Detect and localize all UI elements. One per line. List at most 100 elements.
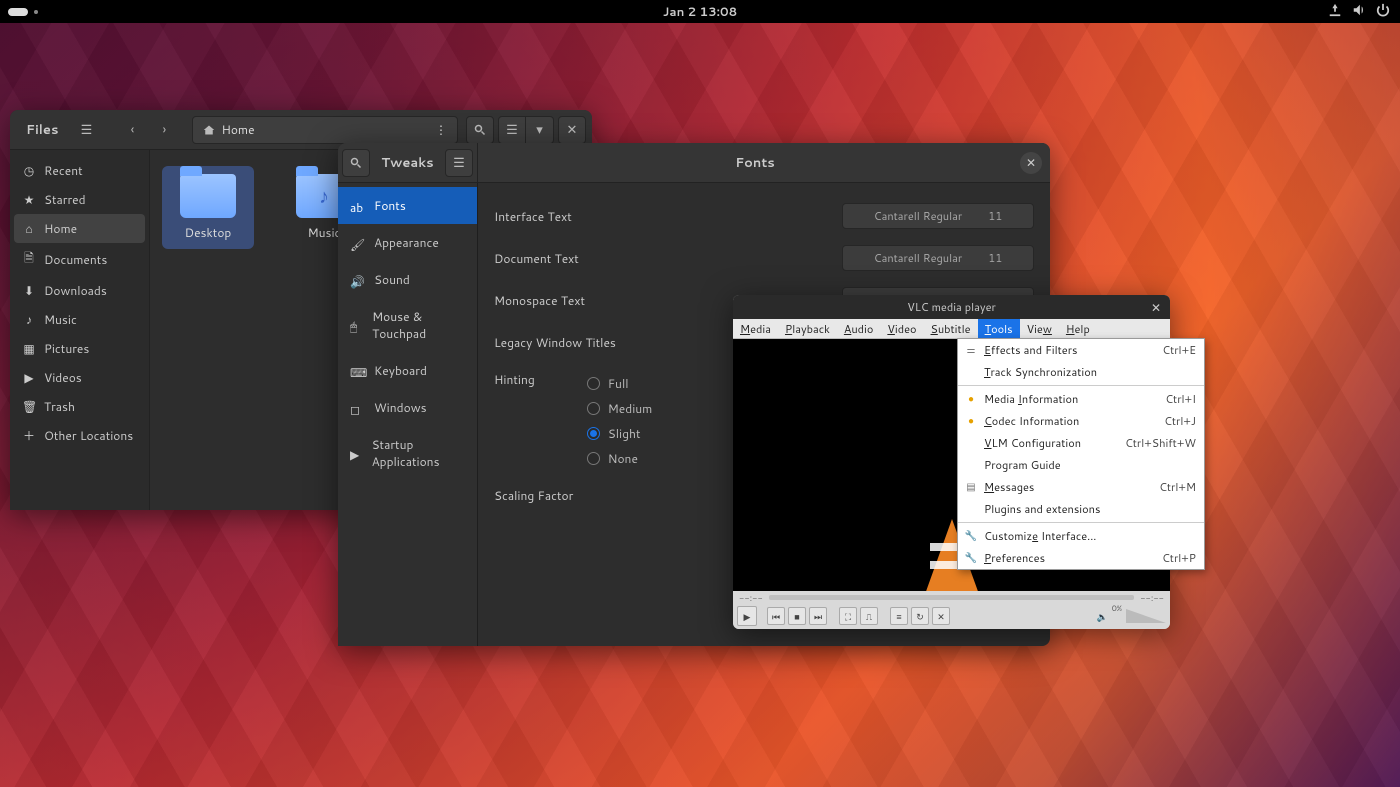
menu-item-program-guide[interactable]: Program Guide	[958, 454, 1204, 476]
menu-item-plugins-and-extensions[interactable]: Plugins and extensions	[958, 498, 1204, 520]
view-list-button[interactable]: ☰	[498, 116, 526, 144]
sidebar-item-pictures[interactable]: ▦Pictures	[14, 334, 145, 363]
tweaks-menu-button[interactable]: ☰	[445, 149, 473, 177]
sidebar-item-home[interactable]: ⌂Home	[14, 214, 145, 243]
font-picker-button[interactable]: Cantarell Regular 11	[842, 245, 1034, 271]
menu-item-vlm-configuration[interactable]: VLM ConfigurationCtrl+Shift+W	[958, 432, 1204, 454]
path-menu-icon[interactable]: ⋮	[435, 121, 447, 138]
sidebar-item-downloads[interactable]: ⬇Downloads	[14, 276, 145, 305]
sidebar-item-videos[interactable]: ▶Videos	[14, 363, 145, 392]
hamburger-button[interactable]: ☰	[72, 116, 100, 144]
menu-playback[interactable]: Playback	[778, 319, 837, 338]
activities-area[interactable]	[0, 8, 38, 16]
fullscreen-button[interactable]: ⛶	[839, 607, 857, 625]
network-icon[interactable]	[1328, 3, 1342, 21]
sidebar-item-music[interactable]: ♪Music	[14, 305, 145, 334]
sidebar-item-documents[interactable]: 🗎Documents	[14, 243, 145, 276]
menu-view[interactable]: View	[1020, 319, 1059, 338]
category-windows[interactable]: ◻Windows	[338, 389, 477, 426]
clock[interactable]: Jan 2 13:08	[663, 3, 737, 20]
tweaks-category-list: abFonts🖌Appearance🔊Sound🖱Mouse & Touchpa…	[338, 183, 478, 646]
menu-tools[interactable]: Tools	[978, 319, 1020, 338]
menu-help[interactable]: Help	[1059, 319, 1097, 338]
hinting-radio-group: Full Medium SlightNone	[587, 371, 653, 471]
ext-settings-button[interactable]: ⎍	[860, 607, 878, 625]
category-label: Appearance	[374, 234, 439, 251]
vlc-close-button[interactable]: ✕	[1148, 299, 1164, 315]
files-app-label: Files	[16, 121, 68, 139]
next-button[interactable]: ⏭	[809, 607, 827, 625]
menu-item-label: Effects and Filters	[984, 342, 1156, 358]
vlc-seek-track[interactable]	[769, 595, 1134, 600]
path-bar[interactable]: Home ⋮	[192, 116, 458, 144]
prev-button[interactable]: ⏮	[767, 607, 785, 625]
menu-item-media-information[interactable]: ● Media Information Ctrl+I	[958, 388, 1204, 410]
search-button[interactable]	[466, 116, 494, 144]
folder-label: Music	[308, 224, 341, 241]
menu-item-messages[interactable]: ▤MessagesCtrl+M	[958, 476, 1204, 498]
vlc-title-text: VLC media player	[907, 299, 996, 315]
sidebar-item-recent[interactable]: ◷Recent	[14, 156, 145, 185]
nav-forward-button[interactable]: ›	[150, 116, 178, 144]
menu-subtitle[interactable]: Subtitle	[924, 319, 978, 338]
vlc-tools-menu: ⚌Effects and FiltersCtrl+ETrack Synchron…	[957, 338, 1205, 570]
playlist-button[interactable]: ≡	[890, 607, 908, 625]
folder-desktop[interactable]: Desktop	[162, 166, 254, 249]
tweaks-search-button[interactable]	[342, 149, 370, 177]
shuffle-button[interactable]: ✕	[932, 607, 950, 625]
menu-item-preferences[interactable]: 🔧PreferencesCtrl+P	[958, 547, 1204, 569]
rocket-icon: ▶	[350, 446, 362, 460]
menu-item-label: Media Information	[984, 391, 1159, 407]
volume-icon[interactable]	[1352, 3, 1366, 21]
menu-item-customize-interface-[interactable]: 🔧Customize Interface...	[958, 525, 1204, 547]
tweaks-close-button[interactable]: ✕	[1020, 152, 1042, 174]
font-picker-button[interactable]: Cantarell Regular 11	[842, 203, 1034, 229]
category-sound[interactable]: 🔊Sound	[338, 261, 477, 298]
folder-label: Desktop	[185, 224, 232, 241]
font-row-interface-text: Interface TextCantarell Regular 11	[494, 195, 1034, 237]
radio-label: Medium	[608, 400, 653, 417]
hinting-option-medium[interactable]: Medium	[587, 396, 653, 421]
vlc-titlebar: VLC media player ✕	[733, 295, 1170, 319]
menu-item-icon: ●	[964, 392, 978, 406]
top-panel: Jan 2 13:08	[0, 0, 1400, 23]
menu-audio[interactable]: Audio	[837, 319, 880, 338]
volume-slider[interactable]	[1126, 609, 1166, 623]
menu-video[interactable]: Video	[880, 319, 923, 338]
close-button[interactable]: ✕	[558, 116, 586, 144]
sidebar-item-label: Home	[44, 220, 77, 237]
stop-button[interactable]: ■	[788, 607, 806, 625]
category-fonts[interactable]: abFonts	[338, 187, 477, 224]
view-dropdown-button[interactable]: ▾	[526, 116, 554, 144]
power-icon[interactable]	[1376, 3, 1390, 21]
play-button[interactable]: ▶	[737, 606, 757, 626]
sidebar-item-trash[interactable]: 🗑Trash	[14, 392, 145, 421]
sidebar-item-label: Trash	[44, 398, 75, 415]
sidebar-item-other-locations[interactable]: ＋Other Locations	[14, 421, 145, 450]
category-keyboard[interactable]: ⌨Keyboard	[338, 352, 477, 389]
category-startup-applications[interactable]: ▶Startup Applications	[338, 426, 477, 480]
loop-button[interactable]: ↻	[911, 607, 929, 625]
category-appearance[interactable]: 🖌Appearance	[338, 224, 477, 261]
menu-item-label: Plugins and extensions	[984, 501, 1190, 517]
nav-back-button[interactable]: ‹	[118, 116, 146, 144]
menu-item-codec-information[interactable]: ●Codec InformationCtrl+J	[958, 410, 1204, 432]
menu-item-track-synchronization[interactable]: Track Synchronization	[958, 361, 1204, 383]
menu-item-icon: ●	[964, 414, 978, 428]
folder-icon	[180, 174, 236, 218]
sidebar-item-starred[interactable]: ★Starred	[14, 185, 145, 214]
picture-icon: ▦	[22, 340, 36, 357]
category-label: Keyboard	[374, 362, 427, 379]
menu-item-shortcut: Ctrl+I	[1165, 391, 1196, 407]
vlc-seekbar: --:-- --:--	[733, 591, 1170, 603]
vlc-menubar: MediaPlaybackAudioVideoSubtitleToolsView…	[733, 319, 1170, 339]
mouse-icon: 🖱	[350, 318, 362, 332]
mute-icon[interactable]: 🔈	[1097, 610, 1108, 623]
category-mouse-touchpad[interactable]: 🖱Mouse & Touchpad	[338, 298, 477, 352]
hinting-option-full[interactable]: Full	[587, 371, 653, 396]
hinting-option-slight[interactable]: Slight	[587, 421, 653, 446]
hinting-option-none[interactable]: None	[587, 446, 653, 471]
files-sidebar: ◷Recent★Starred⌂Home🗎Documents⬇Downloads…	[10, 150, 150, 510]
menu-item-effects-and-filters[interactable]: ⚌Effects and FiltersCtrl+E	[958, 339, 1204, 361]
menu-media[interactable]: Media	[733, 319, 778, 338]
